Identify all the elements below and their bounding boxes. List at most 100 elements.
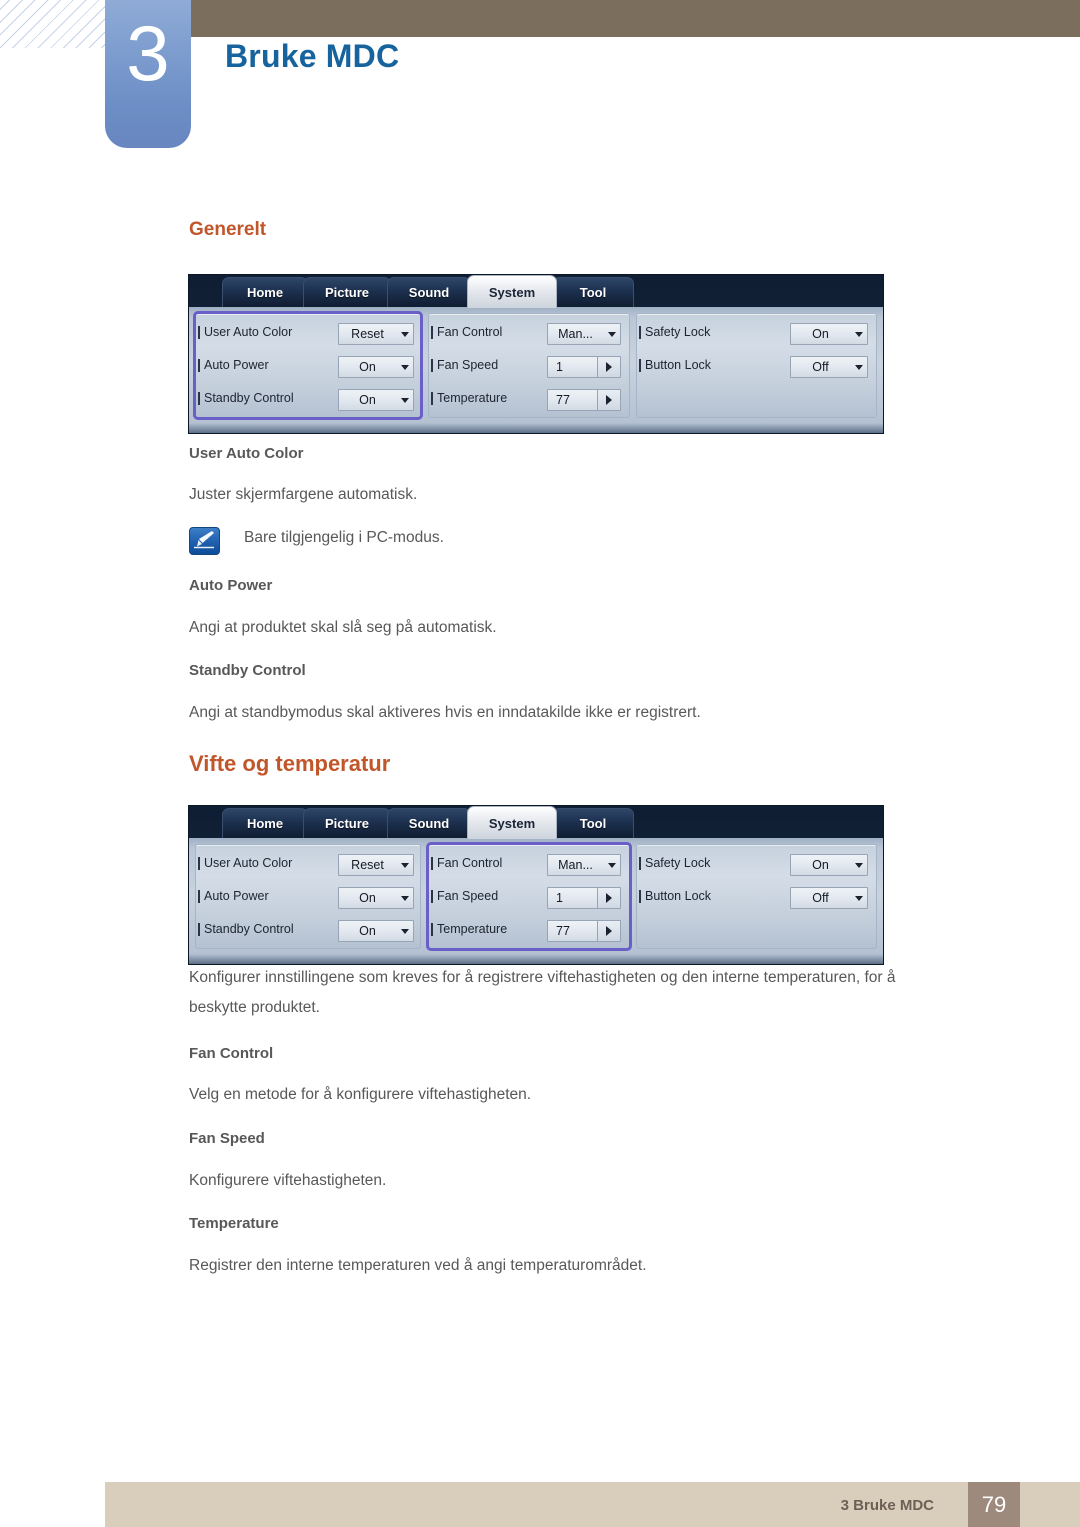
mdc-dropdown-fan-control-1[interactable]: Man... xyxy=(547,323,621,345)
mdc-row-button-lock-2: Button Lock Off xyxy=(637,884,878,912)
mdc-tab-sound-1[interactable]: Sound xyxy=(387,277,471,307)
mdc-dropdown-safety-lock-1[interactable]: On xyxy=(790,323,868,345)
term-fan-control: Fan Control xyxy=(189,1045,274,1062)
mdc-row-standby-control-2: Standby Control On xyxy=(196,917,422,945)
mdc-stepper-right-arrow-icon-temperature-2[interactable] xyxy=(597,921,620,941)
mdc-label-auto-power-2: Auto Power xyxy=(198,889,314,903)
mdc-value-user-auto-color-2: Reset xyxy=(351,858,384,872)
mdc-row-button-lock-1: Button Lock Off xyxy=(637,353,878,381)
mdc-tab-tool-1[interactable]: Tool xyxy=(552,277,634,307)
mdc-tab-picture-2[interactable]: Picture xyxy=(303,808,391,838)
desc-fan-speed: Konfigurere viftehastigheten. xyxy=(189,1172,387,1189)
chevron-down-icon-user-auto-color-1 xyxy=(401,332,409,337)
header-diagonal-stripes-decoration xyxy=(0,0,108,48)
mdc-value-temperature-1: 77 xyxy=(556,393,570,407)
mdc-general-group-1: User Auto Color Reset Auto Power On Standby … xyxy=(193,311,423,420)
mdc-fan-temperature-group-2: Fan Control Man... Fan Speed 1 Temperature 77 xyxy=(426,842,632,951)
mdc-label-temperature-2: Temperature xyxy=(431,922,532,936)
mdc-general-group-2: User Auto Color Reset Auto Power On Standby … xyxy=(195,844,421,949)
mdc-value-fan-control-2: Man... xyxy=(558,858,593,872)
mdc-tab-tool-2[interactable]: Tool xyxy=(552,808,634,838)
mdc-dropdown-standby-control-2[interactable]: On xyxy=(338,920,414,942)
mdc-dropdown-user-auto-color-1[interactable]: Reset xyxy=(338,323,414,345)
mdc-panel-body-1: User Auto Color Reset Auto Power On Standby … xyxy=(189,307,883,433)
mdc-dropdown-button-lock-1[interactable]: Off xyxy=(790,356,868,378)
term-fan-speed: Fan Speed xyxy=(189,1130,265,1147)
term-user-auto-color: User Auto Color xyxy=(189,445,304,462)
mdc-dropdown-auto-power-1[interactable]: On xyxy=(338,356,414,378)
mdc-tab-system-2[interactable]: System xyxy=(467,806,557,839)
mdc-panel-body-2: User Auto Color Reset Auto Power On Standby … xyxy=(189,838,883,964)
mdc-label-standby-control-1: Standby Control xyxy=(198,391,314,405)
desc-fan-control: Velg en metode for å konfigurere vifteha… xyxy=(189,1086,532,1103)
mdc-row-user-auto-color-1: User Auto Color Reset xyxy=(196,320,422,348)
note-text: Bare tilgjengelig i PC-modus. xyxy=(244,529,444,546)
chevron-down-icon-auto-power-1 xyxy=(401,365,409,370)
header-brown-bar xyxy=(190,0,1080,37)
note-pen-icon xyxy=(189,527,220,555)
chevron-down-icon-button-lock-1 xyxy=(855,365,863,370)
mdc-tab-home-2[interactable]: Home xyxy=(222,808,308,838)
mdc-row-auto-power-2: Auto Power On xyxy=(196,884,422,912)
mdc-spinner-fan-speed-2[interactable]: 1 xyxy=(547,887,621,909)
chevron-down-icon-standby-control-1 xyxy=(401,398,409,403)
chevron-down-icon-safety-lock-2 xyxy=(855,863,863,868)
mdc-value-standby-control-2: On xyxy=(359,924,376,938)
mdc-value-auto-power-1: On xyxy=(359,360,376,374)
chevron-down-icon-user-auto-color-2 xyxy=(401,863,409,868)
mdc-row-temperature-1: Temperature 77 xyxy=(429,386,631,414)
desc-auto-power: Angi at produktet skal slå seg på automa… xyxy=(189,619,497,636)
mdc-spinner-temperature-2[interactable]: 77 xyxy=(547,920,621,942)
mdc-row-safety-lock-2: Safety Lock On xyxy=(637,851,878,879)
term-auto-power: Auto Power xyxy=(189,577,273,594)
mdc-spinner-temperature-1[interactable]: 77 xyxy=(547,389,621,411)
mdc-stepper-right-arrow-icon-fan-speed-1[interactable] xyxy=(597,357,620,377)
mdc-tab-sound-2[interactable]: Sound xyxy=(387,808,471,838)
intro-vifte-line1: Konfigurer innstillingene som kreves for… xyxy=(189,969,896,986)
mdc-value-fan-speed-1: 1 xyxy=(556,360,563,374)
mdc-value-temperature-2: 77 xyxy=(556,924,570,938)
chevron-down-icon-fan-control-1 xyxy=(608,332,616,337)
mdc-stepper-right-arrow-icon-temperature-1[interactable] xyxy=(597,390,620,410)
chapter-number: 3 xyxy=(126,9,170,97)
mdc-row-auto-power-1: Auto Power On xyxy=(196,353,422,381)
mdc-label-safety-lock-1: Safety Lock xyxy=(639,325,755,339)
mdc-label-user-auto-color-2: User Auto Color xyxy=(198,856,314,870)
mdc-row-standby-control-1: Standby Control On xyxy=(196,386,422,414)
triangle-right-icon xyxy=(606,395,612,405)
mdc-dropdown-auto-power-2[interactable]: On xyxy=(338,887,414,909)
mdc-label-user-auto-color-1: User Auto Color xyxy=(198,325,314,339)
mdc-dropdown-standby-control-1[interactable]: On xyxy=(338,389,414,411)
mdc-row-fan-control-1: Fan Control Man... xyxy=(429,320,631,348)
mdc-row-user-auto-color-2: User Auto Color Reset xyxy=(196,851,422,879)
mdc-tab-bar-2: Home Picture Sound System Tool xyxy=(189,806,883,839)
mdc-value-button-lock-2: Off xyxy=(812,891,829,905)
mdc-row-fan-speed-2: Fan Speed 1 xyxy=(429,884,631,912)
triangle-right-icon xyxy=(606,893,612,903)
mdc-label-fan-speed-2: Fan Speed xyxy=(431,889,532,903)
mdc-value-safety-lock-1: On xyxy=(812,327,829,341)
mdc-label-button-lock-2: Button Lock xyxy=(639,889,755,903)
desc-temperature: Registrer den interne temperaturen ved å… xyxy=(189,1257,647,1274)
mdc-stepper-right-arrow-icon-fan-speed-2[interactable] xyxy=(597,888,620,908)
mdc-tab-picture-1[interactable]: Picture xyxy=(303,277,391,307)
mdc-spinner-fan-speed-1[interactable]: 1 xyxy=(547,356,621,378)
mdc-dropdown-user-auto-color-2[interactable]: Reset xyxy=(338,854,414,876)
chevron-down-icon-auto-power-2 xyxy=(401,896,409,901)
term-standby-control: Standby Control xyxy=(189,662,306,679)
mdc-row-fan-speed-1: Fan Speed 1 xyxy=(429,353,631,381)
mdc-value-fan-speed-2: 1 xyxy=(556,891,563,905)
mdc-row-safety-lock-1: Safety Lock On xyxy=(637,320,878,348)
chevron-down-icon-standby-control-2 xyxy=(401,929,409,934)
term-temperature: Temperature xyxy=(189,1215,279,1232)
footer-chapter-label: 3 Bruke MDC xyxy=(840,1497,934,1514)
mdc-dropdown-safety-lock-2[interactable]: On xyxy=(790,854,868,876)
mdc-tab-system-1[interactable]: System xyxy=(467,275,557,308)
section-heading-vifte: Vifte og temperatur xyxy=(189,751,391,776)
mdc-tab-home-1[interactable]: Home xyxy=(222,277,308,307)
mdc-dropdown-fan-control-2[interactable]: Man... xyxy=(547,854,621,876)
chevron-down-icon-fan-control-2 xyxy=(608,863,616,868)
mdc-dropdown-button-lock-2[interactable]: Off xyxy=(790,887,868,909)
mdc-label-safety-lock-2: Safety Lock xyxy=(639,856,755,870)
mdc-label-button-lock-1: Button Lock xyxy=(639,358,755,372)
